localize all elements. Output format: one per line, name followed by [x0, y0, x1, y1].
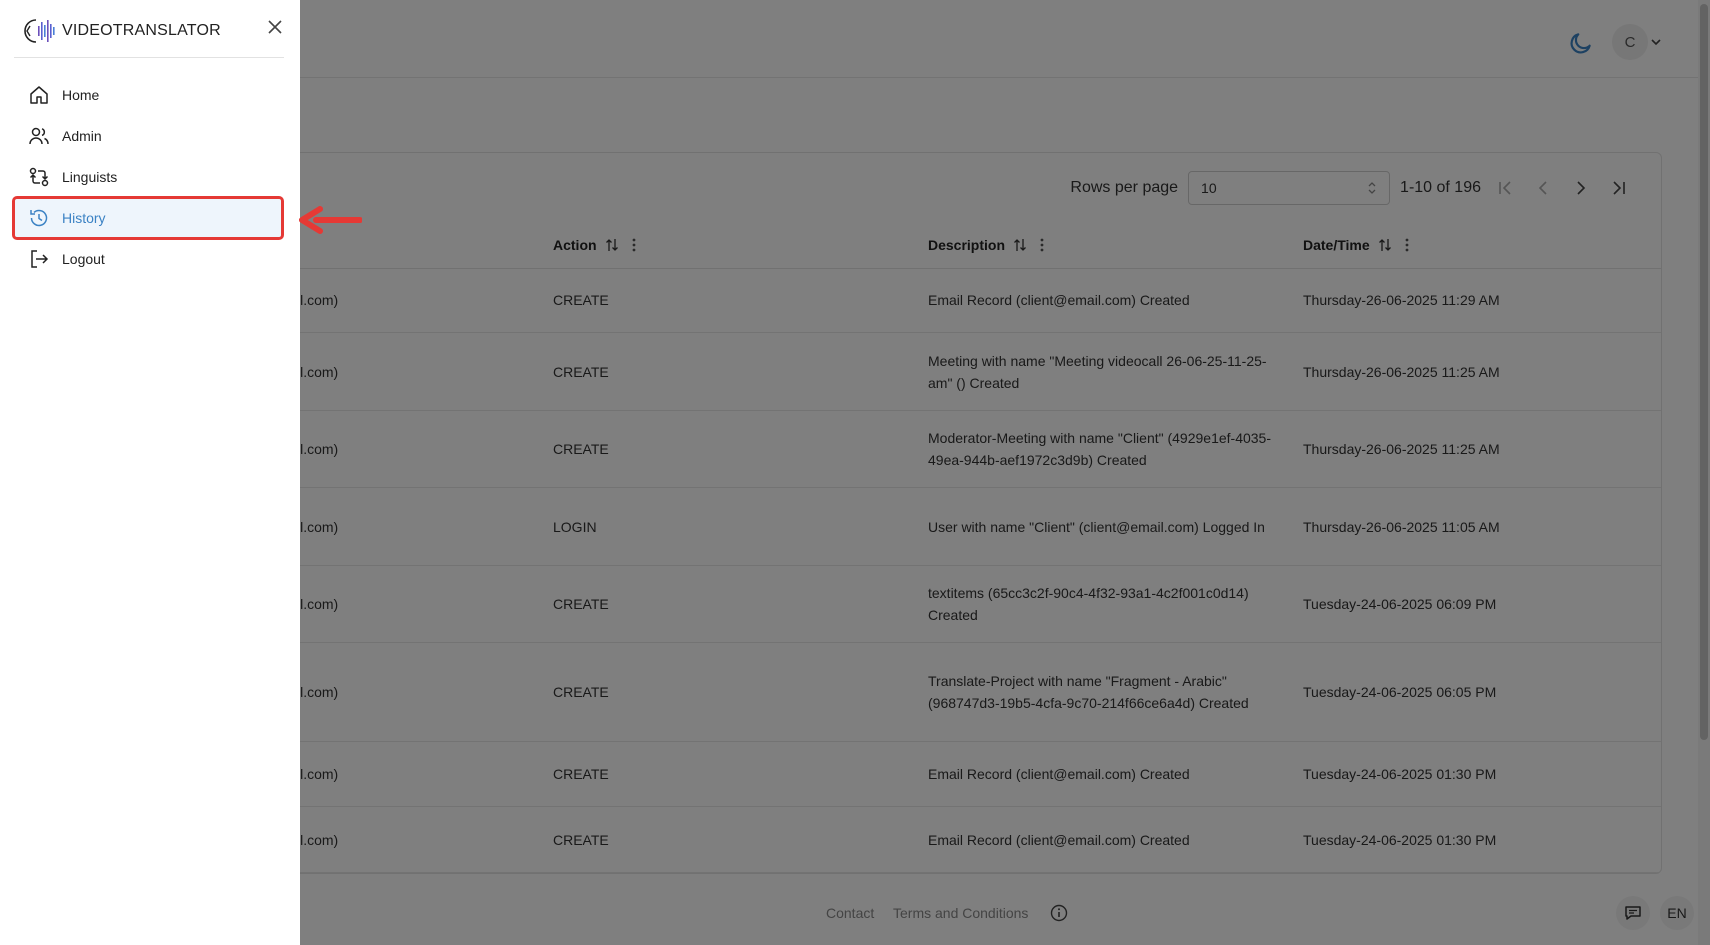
nav-item-linguists[interactable]: Linguists — [14, 157, 282, 197]
logout-icon — [31, 250, 49, 268]
nav-item-label: Home — [62, 87, 100, 103]
home-icon — [30, 86, 48, 104]
nav-item-admin[interactable]: Admin — [14, 116, 282, 156]
logo-waveform-icon — [24, 19, 55, 43]
nav-item-logout[interactable]: Logout — [14, 239, 282, 279]
nav-item-label: History — [62, 210, 106, 226]
annotation-arrow-icon — [299, 206, 362, 234]
users-icon — [29, 127, 49, 145]
nav-item-home[interactable]: Home — [14, 75, 282, 115]
history-icon — [30, 209, 48, 227]
close-icon[interactable] — [266, 18, 284, 36]
nav-item-label: Admin — [62, 128, 102, 144]
nav-item-label: Logout — [62, 251, 105, 267]
drawer-divider — [14, 57, 284, 58]
swap-icon — [29, 167, 49, 187]
nav-item-history[interactable]: History — [12, 196, 284, 240]
brand-logo: VIDEOTRANSLATOR — [24, 16, 221, 46]
nav-drawer: VIDEOTRANSLATOR Home Admin Linguists His… — [0, 0, 300, 945]
nav-item-label: Linguists — [62, 169, 118, 185]
brand-name: VIDEOTRANSLATOR — [62, 22, 221, 39]
